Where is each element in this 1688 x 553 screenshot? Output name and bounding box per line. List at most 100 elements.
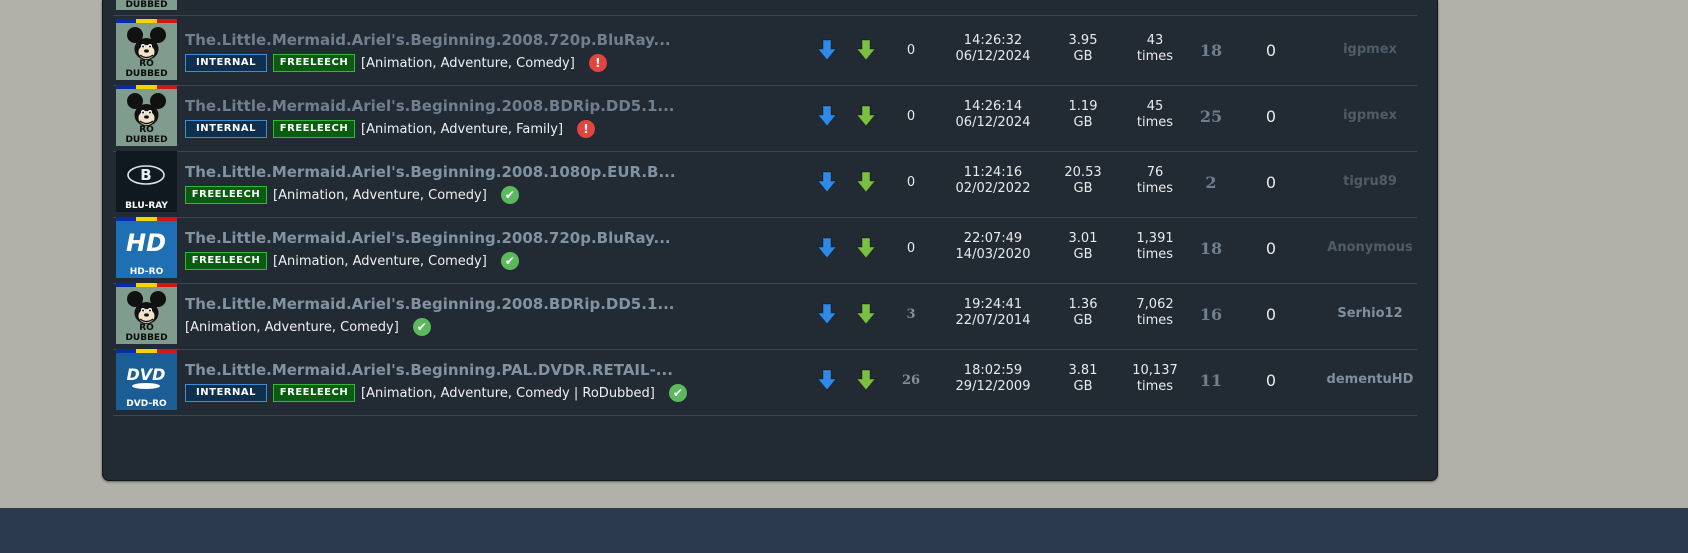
files-count[interactable]: 0 (891, 109, 931, 124)
check-circle-icon: ✔ (668, 384, 687, 402)
category-thumbnail[interactable]: RO DUBBED (116, 19, 177, 80)
category-thumbnail[interactable]: DVD DVD-RO (116, 349, 177, 410)
exclamation-circle-icon: ! (588, 54, 607, 72)
leechers-count[interactable]: 0 (1241, 107, 1301, 126)
size-unit: GB (1073, 115, 1093, 130)
flag-stripe (156, 283, 177, 287)
download-button[interactable] (816, 171, 838, 197)
download-button[interactable] (816, 39, 838, 65)
added-datetime: 19:24:41 22/07/2014 (943, 297, 1043, 329)
thumb-label: DVD-RO (126, 399, 167, 409)
table-row-partial: DUBBED (113, 0, 1417, 16)
torrent-tags: INTERNAL FREELEECH [Animation, Adventure, … (185, 383, 687, 403)
download-button[interactable] (816, 303, 838, 329)
category-thumbnail[interactable]: B BLU-RAY (116, 151, 177, 212)
uploader-link[interactable]: dementuHD (1305, 372, 1435, 387)
download-button[interactable] (816, 105, 838, 131)
files-count[interactable]: 0 (891, 43, 931, 58)
category-thumbnail[interactable]: RO DUBBED (116, 283, 177, 344)
seeders-count[interactable]: 11 (1181, 371, 1241, 390)
files-count[interactable]: 0 (891, 175, 931, 190)
torrent-title-link[interactable]: The.Little.Mermaid.Ariel's.Beginning.200… (185, 229, 705, 247)
uploader-link[interactable]: Anonymous (1305, 240, 1435, 255)
seeders-count[interactable]: 2 (1181, 173, 1241, 192)
genre-list: [Animation, Adventure, Comedy] (361, 55, 575, 71)
torrent-title-link[interactable]: The.Little.Mermaid.Ariel's.Beginning.200… (185, 295, 705, 313)
torrent-title-link[interactable]: The.Little.Mermaid.Ariel's.Beginning.200… (185, 97, 705, 115)
flag-stripe (116, 349, 137, 353)
quick-download-button[interactable] (855, 303, 877, 329)
size-value: 3.81 (1068, 363, 1098, 378)
torrent-size: 3.81 GB (1048, 363, 1118, 395)
leechers-count[interactable]: 0 (1241, 305, 1301, 324)
torrent-list-panel: DUBBED RO DUBBED The.Little.Mermaid.Ariel'… (102, 0, 1438, 481)
size-unit: GB (1073, 247, 1093, 262)
quick-download-button[interactable] (855, 105, 877, 131)
category-thumbnail[interactable]: RO DUBBED (116, 85, 177, 146)
size-unit: GB (1073, 181, 1093, 196)
torrent-title-link[interactable]: The.Little.Mermaid.Ariel's.Beginning.PAL… (185, 361, 705, 379)
genre-list: [Animation, Adventure, Comedy] (273, 253, 487, 269)
internal-badge: INTERNAL (185, 120, 267, 138)
files-count[interactable]: 3 (891, 307, 931, 322)
table-row[interactable]: DVD DVD-RO The.Little.Mermaid.Ariel's.Begi… (113, 345, 1417, 416)
uploader-link[interactable]: Serhio12 (1305, 306, 1435, 321)
added-time: 14:26:14 (963, 99, 1023, 114)
quick-download-button[interactable] (855, 171, 877, 197)
added-date: 06/12/2024 (955, 49, 1031, 64)
exclamation-circle-icon: ! (577, 120, 596, 138)
genre-list: [Animation, Adventure, Comedy] (273, 187, 487, 203)
download-arrow-icon (816, 39, 838, 61)
leechers-count[interactable]: 0 (1241, 371, 1301, 390)
thumb-partial-label: DUBBED (125, 0, 168, 10)
table-row[interactable]: HD HD-RO The.Little.Mermaid.Ariel's.Beginn… (113, 213, 1417, 284)
table-row[interactable]: RO DUBBED The.Little.Mermaid.Ariel's.Begin… (113, 81, 1417, 152)
quick-download-button[interactable] (855, 39, 877, 65)
uploader-link[interactable]: igpmex (1305, 108, 1435, 123)
download-button[interactable] (816, 369, 838, 395)
flag-stripe (116, 217, 137, 221)
quick-download-button[interactable] (855, 369, 877, 395)
leechers-count[interactable]: 0 (1241, 41, 1301, 60)
flag-stripe (156, 217, 177, 221)
table-row[interactable]: RO DUBBED The.Little.Mermaid.Ariel's.Begin… (113, 279, 1417, 350)
download-arrow-icon (816, 369, 838, 391)
thumb-label-bottom: DUBBED (125, 333, 168, 343)
torrent-title-link[interactable]: The.Little.Mermaid.Ariel's.Beginning.200… (185, 31, 705, 49)
seeders-count[interactable]: 18 (1181, 41, 1241, 60)
seeders-count[interactable]: 16 (1181, 305, 1241, 324)
seeders-count[interactable]: 18 (1181, 239, 1241, 258)
flag-stripe (136, 19, 157, 23)
flag-stripe (116, 19, 137, 23)
romanian-flag-strip (116, 349, 177, 353)
thumb-label-top: RO (139, 59, 154, 69)
added-time: 11:24:16 (963, 165, 1023, 180)
size-value: 1.19 (1068, 99, 1098, 114)
flag-stripe (116, 85, 137, 89)
leechers-count[interactable]: 0 (1241, 239, 1301, 258)
download-arrow-icon (816, 303, 838, 325)
uploader-link[interactable]: igpmex (1305, 42, 1435, 57)
table-row[interactable]: B BLU-RAY The.Little.Mermaid.Ariel's.Begin… (113, 147, 1417, 218)
torrent-title-link[interactable]: The.Little.Mermaid.Ariel's.Beginning.200… (185, 163, 705, 181)
category-thumbnail[interactable]: HD HD-RO (116, 217, 177, 278)
download-green-arrow-icon (855, 171, 877, 193)
added-datetime: 22:07:49 14/03/2020 (943, 231, 1043, 263)
uploader-link[interactable]: tigru89 (1305, 174, 1435, 189)
table-row[interactable]: RO DUBBED The.Little.Mermaid.Ariel's.Begin… (113, 15, 1417, 86)
romanian-flag-strip (116, 19, 177, 23)
files-count[interactable]: 26 (891, 373, 931, 388)
download-button[interactable] (816, 237, 838, 263)
quick-download-button[interactable] (855, 237, 877, 263)
romanian-flag-strip (116, 85, 177, 89)
thumb-label-bottom: DUBBED (125, 135, 168, 145)
download-arrow-icon (816, 171, 838, 193)
size-value: 20.53 (1064, 165, 1102, 180)
freeleech-badge: FREELEECH (273, 384, 355, 402)
leechers-count[interactable]: 0 (1241, 173, 1301, 192)
size-value: 1.36 (1068, 297, 1098, 312)
files-count[interactable]: 0 (891, 241, 931, 256)
seeders-count[interactable]: 25 (1181, 107, 1241, 126)
torrent-size: 3.01 GB (1048, 231, 1118, 263)
svg-text:HD: HD (126, 229, 166, 257)
